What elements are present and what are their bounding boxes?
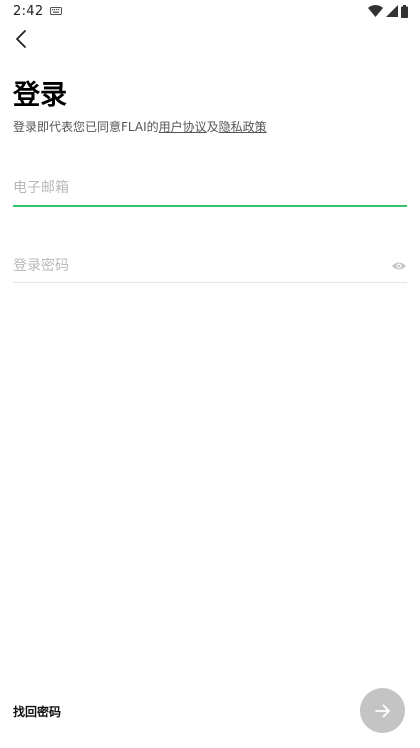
signal-icon xyxy=(386,5,398,17)
email-input[interactable] xyxy=(13,177,407,199)
chevron-left-icon xyxy=(16,30,26,48)
password-field-container xyxy=(13,255,407,283)
battery-icon xyxy=(401,4,408,18)
password-input[interactable] xyxy=(13,255,373,277)
keyboard-icon xyxy=(50,7,62,15)
status-time: 2:42 xyxy=(13,4,44,19)
email-field-container xyxy=(13,177,407,207)
forgot-password-link[interactable]: 找回密码 xyxy=(13,703,61,720)
agreement-conjunction: 及 xyxy=(206,120,219,134)
eye-icon[interactable] xyxy=(391,259,407,273)
next-button[interactable] xyxy=(360,688,405,733)
agreement-prefix: 登录即代表您已同意FLAI的 xyxy=(13,120,159,134)
status-icons xyxy=(368,4,408,18)
privacy-policy-link[interactable]: 隐私政策 xyxy=(219,120,267,134)
status-bar: 2:42 xyxy=(0,0,420,24)
back-button[interactable] xyxy=(8,26,34,52)
agreement-text: 登录即代表您已同意FLAI的用户协议及隐私政策 xyxy=(13,118,267,136)
arrow-right-icon xyxy=(374,704,390,717)
wifi-icon xyxy=(368,5,383,17)
page-title: 登录 xyxy=(13,80,67,111)
user-agreement-link[interactable]: 用户协议 xyxy=(159,120,207,134)
